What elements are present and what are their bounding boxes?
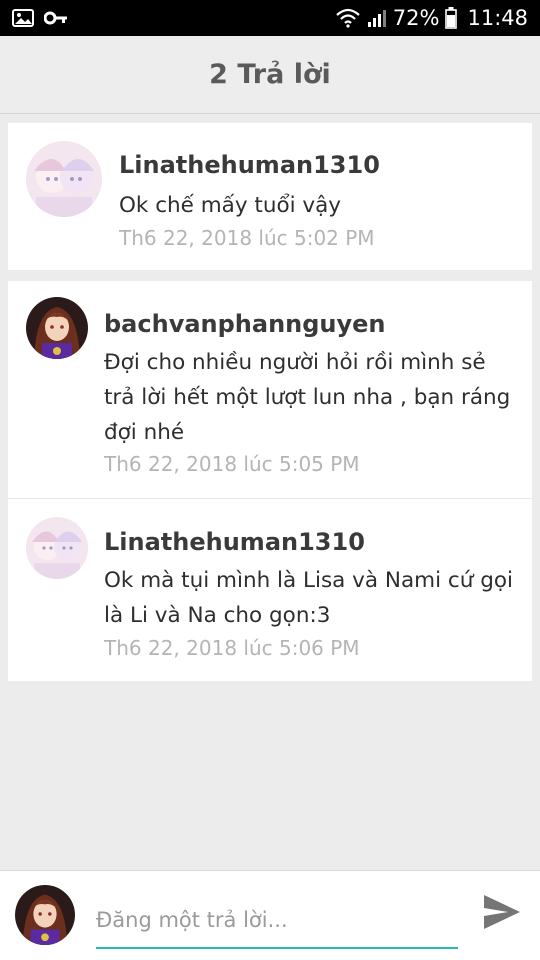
send-icon: [482, 893, 522, 936]
avatar[interactable]: [26, 141, 102, 217]
wifi-icon: [335, 8, 361, 28]
battery-percent: 72%: [392, 6, 440, 30]
avatar[interactable]: [26, 297, 88, 359]
comment-text: Ok chế mấy tuổi vậy: [119, 193, 342, 218]
status-bar: 72% 11:48: [0, 0, 540, 36]
replies-card: bachvanphannguyen Đợi cho nhiều người hỏ…: [8, 281, 532, 681]
reply-item[interactable]: bachvanphannguyen Đợi cho nhiều người hỏ…: [8, 281, 532, 498]
comment-author[interactable]: Linathehuman1310: [104, 528, 365, 556]
send-button[interactable]: [480, 892, 524, 936]
comment-time: Th6 22, 2018 lúc 5:06 PM: [104, 636, 360, 660]
reply-composer: [0, 870, 540, 960]
battery-icon: [445, 7, 458, 29]
user-avatar[interactable]: [15, 885, 75, 945]
comment-author[interactable]: bachvanphannguyen: [104, 310, 386, 338]
image-icon: [12, 8, 34, 28]
comment-text: Đợi cho nhiều người hỏi rồi mình sẻ trả …: [104, 350, 511, 445]
signal-icon: [367, 8, 387, 28]
clock: 11:48: [467, 6, 528, 30]
comment-item[interactable]: Linathehuman1310 Ok chế mấy tuổi vậy Th6…: [8, 123, 532, 270]
reply-input[interactable]: [96, 897, 458, 949]
comment-card-parent: Linathehuman1310 Ok chế mấy tuổi vậy Th6…: [8, 123, 532, 270]
header: 2 Trả lời: [0, 36, 540, 114]
comment-author[interactable]: Linathehuman1310: [119, 151, 380, 179]
avatar[interactable]: [26, 517, 88, 579]
comment-time: Th6 22, 2018 lúc 5:05 PM: [104, 452, 360, 476]
key-icon: [44, 10, 68, 26]
comment-time: Th6 22, 2018 lúc 5:02 PM: [119, 226, 375, 250]
page-title: 2 Trả lời: [209, 59, 331, 90]
comment-text: Ok mà tụi mình là Lisa và Nami cứ gọi là…: [104, 568, 513, 628]
reply-item[interactable]: Linathehuman1310 Ok mà tụi mình là Lisa …: [8, 499, 532, 681]
